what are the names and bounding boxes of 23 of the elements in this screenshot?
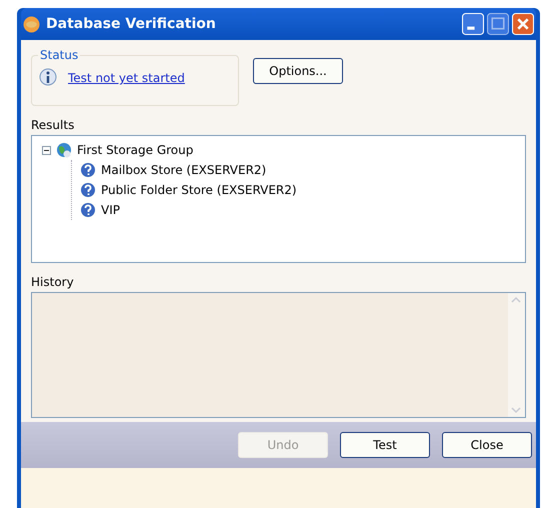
question-icon xyxy=(80,182,96,198)
close-icon[interactable] xyxy=(512,13,534,35)
section-label: History xyxy=(31,275,75,289)
globe-icon xyxy=(56,142,72,158)
status-link[interactable]: Test not yet started xyxy=(68,71,185,85)
tree-item[interactable]: Public Folder Store (EXSERVER2) xyxy=(101,183,297,197)
section-label: Results xyxy=(31,118,76,132)
window-title: Database Verification xyxy=(46,16,217,32)
dialog-button[interactable]: Test xyxy=(340,432,430,458)
question-icon xyxy=(80,162,96,178)
options-button[interactable]: Options... xyxy=(253,58,343,84)
tree-item[interactable]: First Storage Group xyxy=(77,143,194,157)
minimize-icon[interactable] xyxy=(462,13,484,35)
collapse-toggle[interactable] xyxy=(42,146,51,154)
tree-item[interactable]: VIP xyxy=(101,203,120,217)
maximize-icon[interactable] xyxy=(487,13,509,35)
dialog-button[interactable]: Close xyxy=(442,432,532,458)
question-icon xyxy=(80,202,96,218)
scrollbar[interactable] xyxy=(508,293,525,417)
info-icon xyxy=(38,68,58,88)
tree-item[interactable]: Mailbox Store (EXSERVER2) xyxy=(101,163,266,177)
group-label: Status xyxy=(39,48,80,62)
disc-icon xyxy=(23,16,40,32)
